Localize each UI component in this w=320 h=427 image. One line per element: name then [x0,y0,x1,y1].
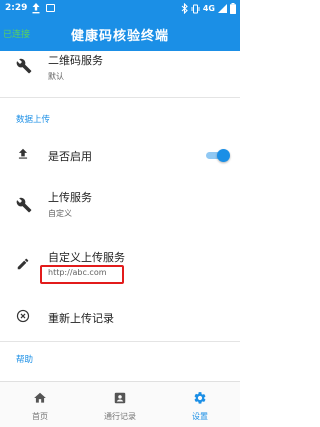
upload-service-title: 上传服务 [48,191,92,204]
gear-icon [194,392,206,404]
notification-box-icon [46,4,55,12]
tab-settings[interactable]: 设置 [160,382,240,427]
pencil-icon [17,258,29,270]
enable-upload-toggle[interactable] [204,149,230,162]
qr-service-title: 二维码服务 [48,54,103,67]
app-bar: 已连接 健康码核验终端 [0,17,240,51]
vibrate-icon [191,4,200,13]
wrench-icon [16,197,32,213]
section-divider [0,97,240,98]
upload-icon [18,148,28,159]
tab-settings-label: 设置 [192,412,208,421]
status-time: 2:29 [5,3,28,13]
highlight-box [40,265,124,284]
signal-icon [218,4,227,13]
section-header-help: 帮助 [16,355,34,365]
network-type: 4G [202,4,215,13]
tab-records[interactable]: 通行记录 [80,382,160,427]
page-title: 健康码核验终端 [70,29,169,44]
tab-records-label: 通行记录 [104,412,136,421]
custom-upload-service-title: 自定义上传服务 [48,251,125,264]
upload-service-row[interactable]: 上传服务 自定义 [0,183,240,227]
qr-service-row[interactable]: 二维码服务 默认 [0,51,240,87]
settings-list: 二维码服务 默认 数据上传 是否启用 上传服务 自定义 自定义上传服务 http… [0,51,240,381]
enable-upload-title: 是否启用 [48,150,92,163]
status-bar: 2:29 4G [0,0,240,17]
section-divider [0,341,240,342]
qr-service-subtitle: 默认 [48,72,64,81]
upload-service-subtitle: 自定义 [48,209,72,218]
upload-notification-icon [32,3,40,14]
wrench-icon [16,58,32,74]
tab-home-label: 首页 [32,412,48,421]
toggle-thumb [217,149,230,162]
bottom-navigation: 首页 通行记录 设置 [0,381,240,427]
cancel-circle-icon [16,309,30,323]
reupload-records-title: 重新上传记录 [48,312,114,325]
status-right-group: 4G [181,2,236,15]
reupload-records-row[interactable]: 重新上传记录 [0,301,240,333]
tab-home[interactable]: 首页 [0,382,80,427]
bluetooth-icon [181,3,188,14]
home-icon [34,392,46,403]
battery-icon [230,3,236,14]
section-header-upload: 数据上传 [16,115,51,125]
id-card-icon [114,392,126,404]
